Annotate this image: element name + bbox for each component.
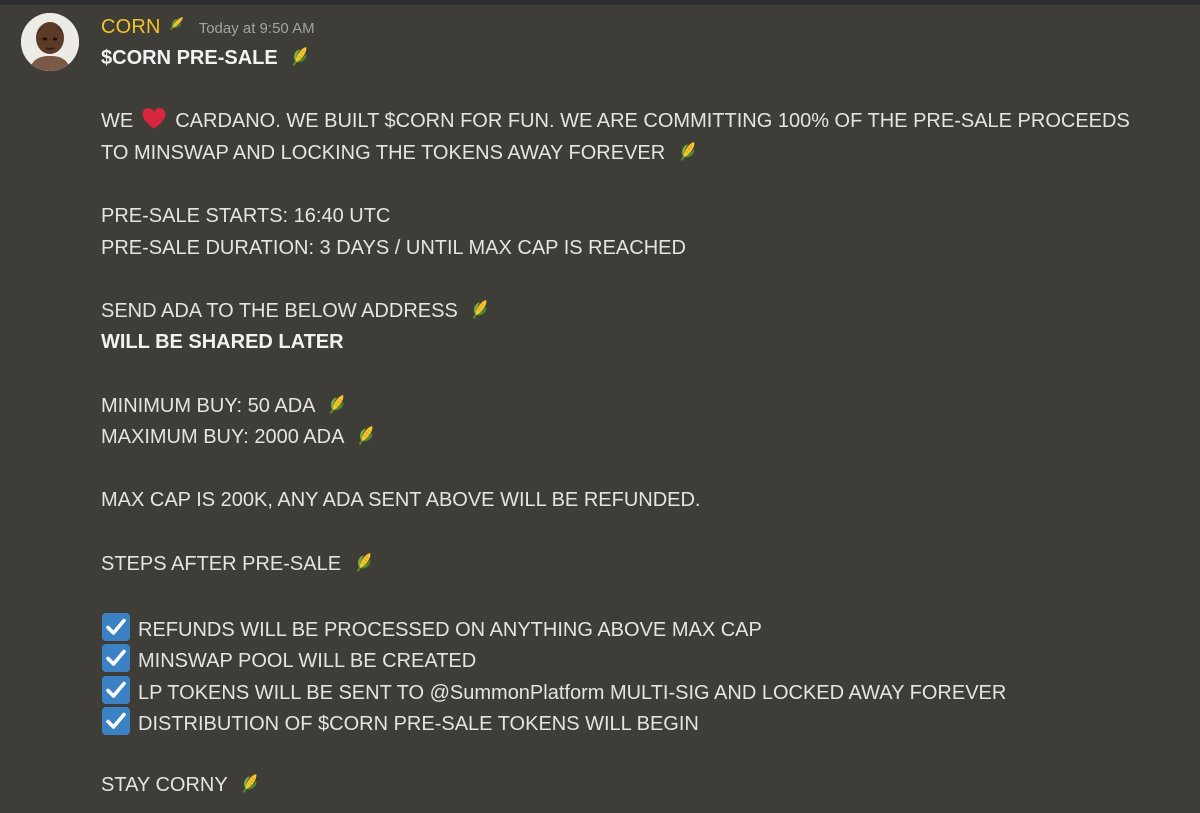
check-box-icon [101,612,131,642]
chat-message: CORN Today at 9:50 AM $CORN PRE-SALE WE C… [0,5,1200,813]
corn-icon [287,43,313,69]
intro-text-1: CARDANO. WE BUILT $CORN FOR FUN. WE ARE … [175,110,1130,133]
checklist-item: MINSWAP POOL WILL BE CREATED [101,643,1191,675]
corn-icon [237,770,263,796]
check-box-icon [101,706,131,736]
shared-later-line: WILL BE SHARED LATER [101,331,344,354]
heart-icon [141,106,167,132]
intro-text-2: TO MINSWAP AND LOCKING THE TOKENS AWAY F… [101,141,666,164]
send-ada-text: SEND ADA TO THE BELOW ADDRESS [101,299,458,322]
presale-duration-line: PRE-SALE DURATION: 3 DAYS / UNTIL MAX CA… [101,236,686,259]
maximum-buy-line: MAXIMUM BUY: 2000 ADA [101,422,1191,454]
corn-icon [351,549,377,575]
user-avatar-icon [21,13,79,71]
max-cap-line: MAX CAP IS 200K, ANY ADA SENT ABOVE WILL… [101,489,701,512]
minimum-buy-text: MINIMUM BUY: 50 ADA [101,394,315,417]
username[interactable]: CORN [101,16,161,39]
check-box-icon [101,643,131,673]
timestamp[interactable]: Today at 9:50 AM [199,20,315,37]
minimum-buy-line: MINIMUM BUY: 50 ADA [101,391,1191,423]
checklist-item-text: DISTRIBUTION OF $CORN PRE-SALE TOKENS WI… [138,713,699,736]
stay-corny-line: STAY CORNY [101,770,1191,802]
checklist-item: REFUNDS WILL BE PROCESSED ON ANYTHING AB… [101,612,1191,644]
message-header: CORN Today at 9:50 AM [101,13,315,39]
send-ada-line: SEND ADA TO THE BELOW ADDRESS [101,296,1191,328]
message-title: $CORN PRE-SALE [101,47,278,69]
corn-icon [324,391,350,417]
checklist-item-text: MINSWAP POOL WILL BE CREATED [138,650,477,673]
corn-icon [353,422,379,448]
checklist-item-text: REFUNDS WILL BE PROCESSED ON ANYTHING AB… [138,618,762,641]
intro-we-text: WE [101,110,134,133]
intro-line-1: WE CARDANO. WE BUILT $CORN FOR FUN. WE AR… [101,106,1191,138]
corn-icon [467,296,493,322]
corn-icon [167,13,187,33]
intro-line-2: TO MINSWAP AND LOCKING THE TOKENS AWAY F… [101,138,1191,170]
stay-corny-text: STAY CORNY [101,773,228,796]
maximum-buy-text: MAXIMUM BUY: 2000 ADA [101,426,344,449]
checklist-item: LP TOKENS WILL BE SENT TO @SummonPlatfor… [101,675,1191,707]
message-title-line: $CORN PRE-SALE [101,43,1191,75]
message-body: $CORN PRE-SALE WE CARDANO. WE BUILT $CORN… [101,43,1191,801]
check-box-icon [101,675,131,705]
checklist-item: DISTRIBUTION OF $CORN PRE-SALE TOKENS WI… [101,706,1191,738]
checklist-item-text: LP TOKENS WILL BE SENT TO @SummonPlatfor… [138,681,1007,704]
avatar[interactable] [21,13,79,71]
steps-heading-line: STEPS AFTER PRE-SALE [101,549,1191,581]
presale-starts-line: PRE-SALE STARTS: 16:40 UTC [101,204,391,227]
corn-icon [675,138,701,164]
steps-heading-text: STEPS AFTER PRE-SALE [101,552,342,575]
